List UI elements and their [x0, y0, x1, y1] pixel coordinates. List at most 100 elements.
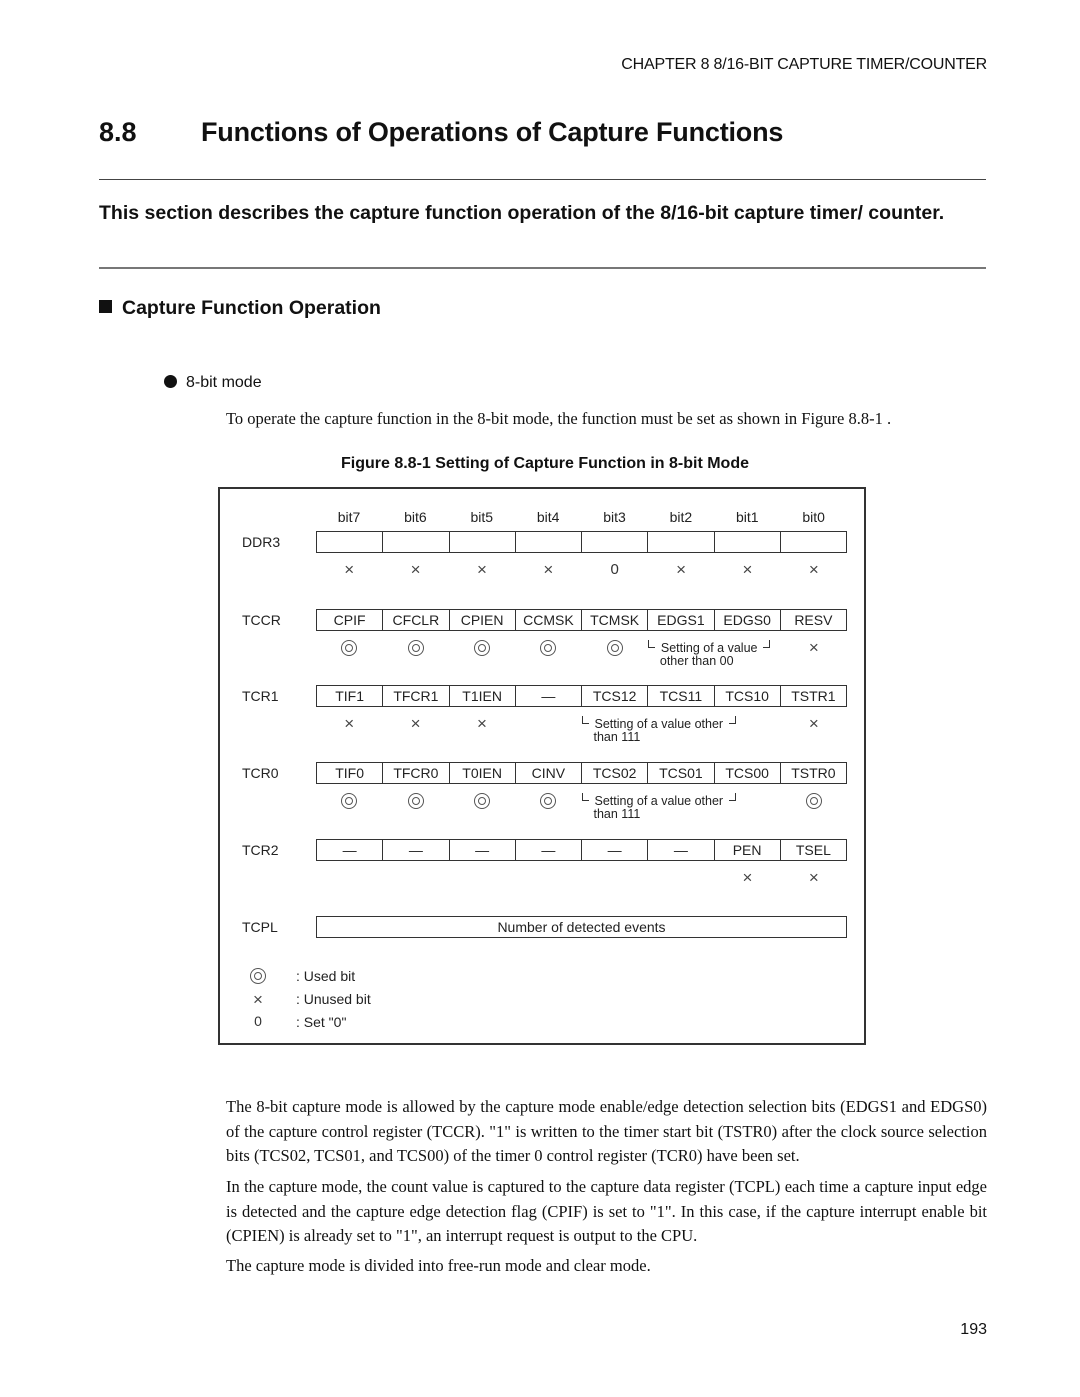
- register-bit-cell: [648, 532, 715, 552]
- bit-mark-slot: [449, 868, 515, 888]
- unused-bit-icon: ×: [543, 560, 554, 579]
- register-name: TCR1: [242, 688, 279, 704]
- register-bit-cell: CPIF: [317, 610, 384, 630]
- register-bit-cell: TCS00: [715, 763, 781, 783]
- bullet-label: 8-bit mode: [186, 374, 262, 391]
- unused-bit-icon: ×: [808, 638, 819, 657]
- figure-caption: Figure 8.8-1 Setting of Capture Function…: [341, 455, 749, 472]
- section-summary: This section describes the capture funct…: [99, 202, 945, 224]
- used-bit-icon: [540, 640, 557, 657]
- range-note-line: Setting of a value: [647, 640, 771, 655]
- used-bit-icon: [407, 793, 424, 810]
- register-row: [316, 531, 847, 553]
- subsection-heading: Capture Function Operation: [99, 297, 381, 320]
- register-bit-cell: TFCR0: [383, 763, 450, 783]
- bit-label: bit7: [337, 509, 361, 525]
- register-bit-cell: TFCR1: [383, 686, 450, 706]
- bit-label: bit0: [802, 509, 825, 525]
- register-bit-cell: TSTR1: [791, 688, 836, 704]
- bit-mark-slot: [582, 868, 648, 888]
- unused-bit-icon: ×: [344, 714, 355, 733]
- bit-mark-slot: [582, 638, 648, 658]
- divider: [99, 267, 986, 269]
- register-bit-cell: —: [317, 840, 384, 860]
- register-bit-cell: EDGS1: [648, 610, 715, 630]
- bit-mark-slot: ×: [648, 560, 714, 580]
- legend-label: : Set "0": [296, 1014, 347, 1030]
- register-bit-cell: TSTR0: [791, 765, 836, 781]
- bracket-right-icon: [729, 793, 737, 801]
- unused-bit-icon: ×: [476, 714, 487, 733]
- range-note-text: Setting of a value other: [594, 794, 724, 808]
- section-title: Functions of Operations of Capture Funct…: [201, 117, 784, 147]
- register-bit-cell: —: [516, 840, 582, 860]
- bit-label: bit1: [735, 509, 759, 525]
- bit-mark-slot: ×: [382, 714, 448, 734]
- register-bit-cell: [582, 532, 649, 552]
- bit-mark-slot: ×: [714, 560, 780, 580]
- bit-mark-slot: [515, 638, 581, 658]
- bit-mark-slot: [515, 791, 581, 811]
- register-bit-cell: —: [648, 840, 715, 860]
- register-bit-cell: [781, 532, 846, 552]
- bit-mark-slot: [515, 868, 581, 888]
- range-note: Setting of a value other than 111: [581, 716, 737, 744]
- bit-mark-slot: [449, 638, 515, 658]
- register-row: TIF1 TFCR1 T1IEN — TCS12 TCS11 TCS10 TSTR1: [316, 685, 847, 707]
- running-header: CHAPTER 8 8/16-BIT CAPTURE TIMER/COUNTER: [621, 56, 987, 73]
- register-bit-cell: [317, 532, 384, 552]
- bit-mark-slot: ×: [449, 560, 515, 580]
- square-bullet-icon: [99, 300, 112, 313]
- unused-bit-icon: ×: [742, 560, 753, 579]
- bit-label: bit4: [536, 509, 560, 525]
- register-name: DDR3: [242, 534, 281, 550]
- unused-bit-icon: ×: [808, 714, 819, 733]
- bracket-right-icon: [763, 640, 771, 648]
- used-bit-icon: [473, 640, 490, 657]
- bit-mark-slot: ×: [316, 714, 382, 734]
- register-bit-cell: CPIEN: [450, 610, 516, 630]
- register-bit-cell: TIF1: [317, 686, 384, 706]
- register-bit-cell: [516, 532, 582, 552]
- set-zero-mark: 0: [610, 561, 619, 578]
- legend-symbol: 0: [254, 1013, 262, 1029]
- register-bit-cell: CCMSK: [516, 610, 582, 630]
- register-bit-cell: CFCLR: [383, 610, 450, 630]
- bit-label: bit6: [404, 509, 427, 525]
- register-row: — — — — — — PEN TSEL: [316, 839, 847, 861]
- section-number: 8.8: [99, 117, 137, 147]
- tcpl-value: Number of detected events: [497, 919, 666, 935]
- register-bit-cell: TCS02: [582, 763, 649, 783]
- body-paragraph: In the capture mode, the count value is …: [226, 1177, 987, 1245]
- range-note: Setting of a value other than 00: [647, 640, 771, 668]
- bit-mark-slot: [449, 791, 515, 811]
- register-row: TIF0 TFCR0 T0IEN CINV TCS02 TCS01 TCS00 TSTR0: [316, 762, 847, 784]
- body-paragraph: The 8-bit capture mode is allowed by the…: [226, 1097, 987, 1165]
- bit-mark-slot: ×: [714, 868, 780, 888]
- register-bit-cell: CINV: [516, 763, 582, 783]
- subsection-title: Capture Function Operation: [122, 297, 381, 319]
- bit-mark-slot: [382, 791, 448, 811]
- register-name: TCR2: [242, 842, 279, 858]
- register-bit-cell: —: [582, 840, 649, 860]
- bit-label: bit3: [603, 509, 626, 525]
- register-bit-cell: EDGS0: [715, 610, 781, 630]
- body-paragraph: The capture mode is divided into free-ru…: [226, 1256, 651, 1275]
- used-bit-icon: [341, 640, 358, 657]
- range-note-line: Setting of a value other: [581, 793, 737, 808]
- circle-bullet-icon: [164, 375, 177, 388]
- register-bit-cell: TCS10: [715, 686, 781, 706]
- bit-mark-slot: [382, 868, 448, 888]
- bit-usage-marks: × ×: [316, 868, 847, 888]
- legend-label: : Unused bit: [296, 991, 371, 1007]
- bracket-left-icon: [581, 793, 589, 801]
- bit-mark-slot: [316, 638, 382, 658]
- bit-mark-slot: ×: [781, 638, 847, 658]
- bit-mark-slot: ×: [382, 560, 448, 580]
- used-bit-icon: [473, 793, 490, 810]
- used-bit-icon: [407, 640, 424, 657]
- bit-mark-slot: [316, 868, 382, 888]
- legend-label: : Used bit: [296, 968, 356, 984]
- divider: [99, 179, 986, 180]
- used-bit-icon: [341, 793, 358, 810]
